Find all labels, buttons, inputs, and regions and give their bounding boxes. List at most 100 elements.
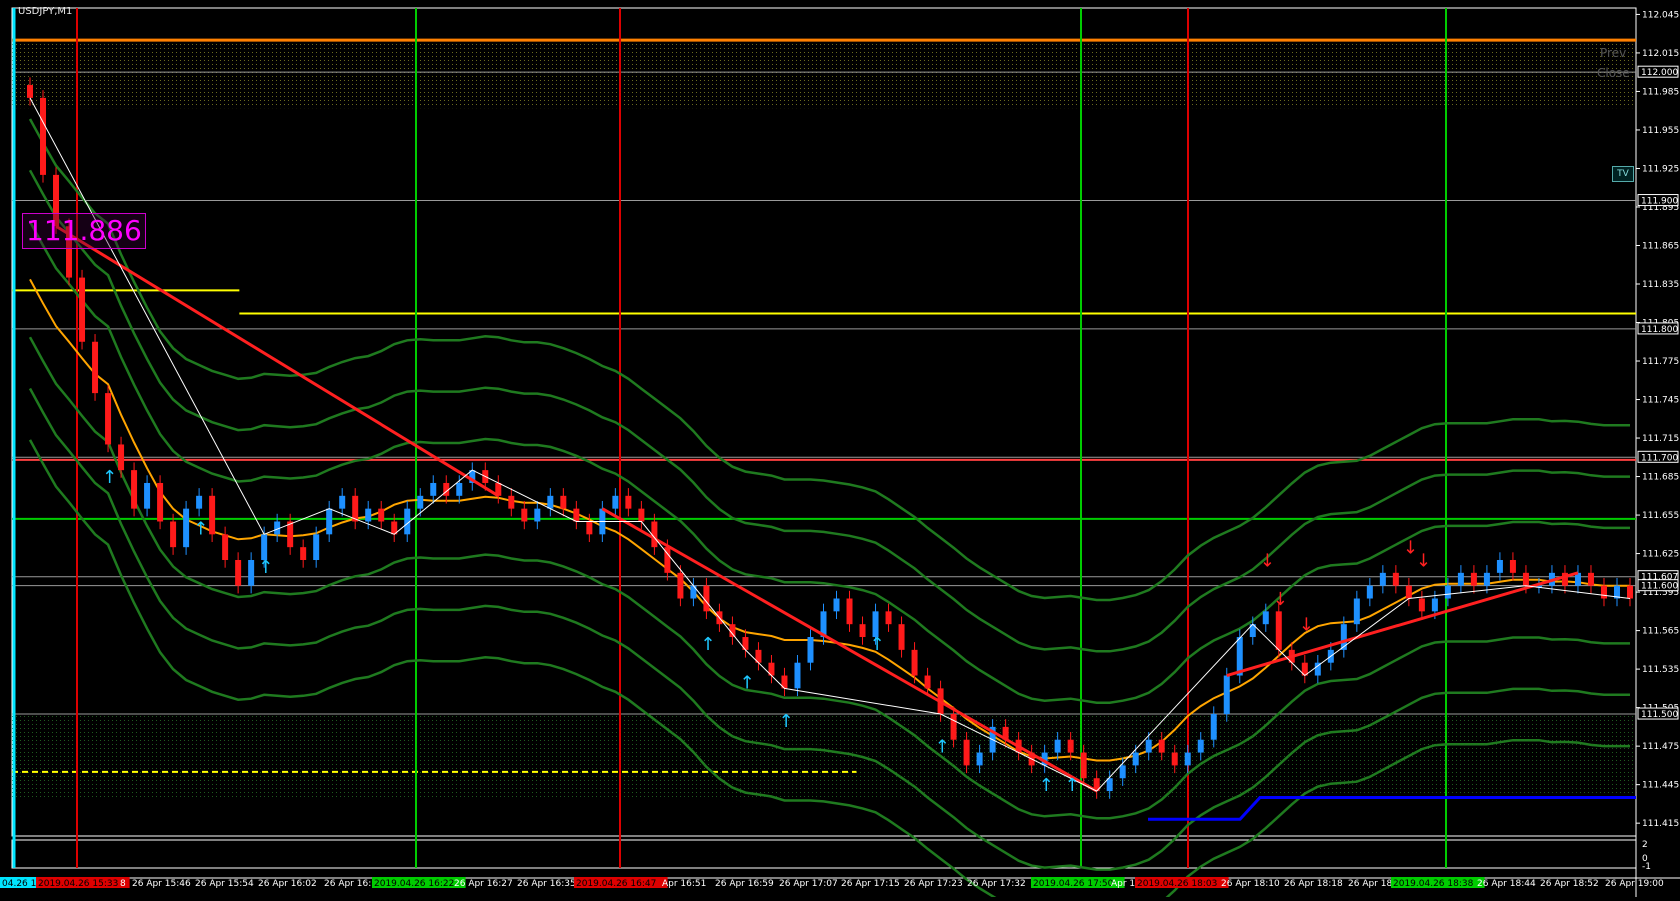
price-badge: 111.886 — [22, 213, 146, 249]
price-tag-2: 111.800 — [1641, 325, 1678, 335]
price-tick-label-17: 111.535 — [1642, 665, 1679, 675]
time-label-11: Apr 16:51 — [662, 879, 706, 889]
candle — [456, 482, 463, 496]
time-label-8: 26 Apr 16:27 — [454, 879, 513, 889]
price-tick-label-16: 111.565 — [1642, 627, 1679, 637]
candle — [131, 470, 138, 509]
candle — [1418, 598, 1425, 612]
time-label-2: 8 — [120, 879, 126, 889]
candle — [313, 534, 320, 560]
support-line — [1148, 795, 1636, 821]
candle — [79, 277, 86, 342]
buy-arrow-8: ↑ — [1039, 775, 1054, 796]
candle — [625, 495, 632, 509]
price-tick-label-6: 111.865 — [1642, 241, 1679, 251]
candle — [365, 508, 372, 522]
candle — [1457, 572, 1464, 586]
candle — [1262, 611, 1269, 625]
price-tick-label-4: 111.925 — [1642, 164, 1679, 174]
candle — [144, 482, 151, 509]
time-label-25: 26 Apr 18:52 — [1540, 879, 1599, 889]
sell-arrow-1: ↓ — [1273, 589, 1288, 610]
price-tick-label-20: 111.445 — [1642, 781, 1679, 791]
candle — [27, 85, 33, 98]
band-up-2 — [28, 118, 1630, 602]
buy-arrow-7: ↑ — [935, 737, 950, 758]
candle — [92, 341, 99, 394]
candle — [430, 482, 437, 496]
candle — [638, 508, 645, 522]
candle — [40, 97, 47, 175]
candle — [300, 547, 307, 560]
sell-arrow-0: ↓ — [1260, 550, 1275, 571]
band-dn-2 — [28, 439, 1630, 901]
time-label-23: 2019.04.26 18:38 — [1393, 879, 1474, 889]
time-label-12: 26 Apr 16:59 — [715, 879, 774, 889]
candle — [1210, 714, 1217, 740]
buy-arrow-2: ↑ — [258, 557, 273, 578]
candle — [1509, 560, 1516, 573]
candle — [1132, 752, 1139, 766]
candle — [1392, 572, 1399, 586]
time-label-20: 26 Apr 18:10 — [1221, 879, 1280, 889]
candle — [157, 482, 164, 522]
band-up-0 — [28, 221, 1630, 704]
time-label-17: 2019.04.26 17:50 — [1033, 879, 1114, 889]
candle — [573, 508, 580, 522]
candle — [1522, 572, 1529, 586]
candle — [1119, 765, 1126, 779]
price-tag-6: 111.500 — [1641, 710, 1678, 720]
time-label-10: 2019.04.26 16:47 — [576, 879, 656, 889]
candle — [1483, 572, 1490, 586]
sell-arrow-4: ↓ — [1416, 550, 1431, 571]
candle — [534, 508, 541, 522]
price-tag-1: 111.900 — [1641, 197, 1678, 207]
tv-badge[interactable]: TV — [1612, 166, 1634, 182]
candle — [1171, 752, 1178, 766]
candle — [1431, 598, 1438, 612]
candle — [885, 611, 892, 625]
buy-arrow-6: ↑ — [870, 634, 885, 655]
candle — [1080, 752, 1087, 779]
candle — [560, 495, 567, 509]
candle — [508, 495, 515, 509]
candle — [1496, 560, 1503, 573]
time-label-19: 2019.04.26 18:03 — [1137, 879, 1217, 889]
candle — [1600, 585, 1607, 599]
plot-frame — [11, 7, 1637, 837]
candle — [1379, 572, 1386, 586]
time-label-5: 26 Apr 16:02 — [258, 879, 317, 889]
candle — [183, 508, 190, 548]
moving-average-line — [29, 278, 1630, 762]
candle — [846, 598, 853, 625]
candle — [1405, 585, 1412, 599]
time-label-15: 26 Apr 17:23 — [904, 879, 963, 889]
candle — [196, 495, 203, 509]
candle — [950, 714, 957, 740]
price-tick-label-0: 112.045 — [1642, 10, 1679, 20]
symbol-label: USDJPY,M1 — [18, 6, 73, 17]
band-up-1 — [28, 169, 1630, 653]
candle — [235, 560, 242, 586]
price-tick-label-2: 111.985 — [1642, 87, 1679, 97]
ghost-label-prev: Prev — [1600, 46, 1627, 60]
candle — [1158, 739, 1165, 753]
time-label-3: 26 Apr 15:46 — [132, 879, 191, 889]
upper-zone — [12, 43, 1636, 109]
time-label-6: 26 Apr 16:1 — [324, 879, 377, 889]
time-label-14: 26 Apr 17:15 — [841, 879, 900, 889]
candle — [612, 495, 619, 509]
candle — [1366, 585, 1373, 599]
indicator-panel — [11, 839, 1637, 869]
chart-area: ↑ ↑ ↑ ↑ ↑ ↑ ↑ ↑ ↑ ↑ ↓ ↓ ↓ ↓ ↓ 112.045 112.015 111.985 111.… — [0, 0, 1680, 901]
buy-arrow-4: ↑ — [739, 672, 754, 693]
lower-zone — [12, 715, 1636, 798]
time-label-4: 26 Apr 15:54 — [195, 879, 254, 889]
buy-arrow-3: ↑ — [700, 634, 715, 655]
candle — [807, 637, 814, 663]
buy-arrow-1: ↑ — [193, 518, 208, 539]
price-tick-label-11: 111.715 — [1642, 434, 1679, 444]
ghost-label-close: Close — [1597, 66, 1630, 80]
price-tick-label-1: 112.015 — [1642, 49, 1679, 59]
candle — [833, 598, 840, 612]
